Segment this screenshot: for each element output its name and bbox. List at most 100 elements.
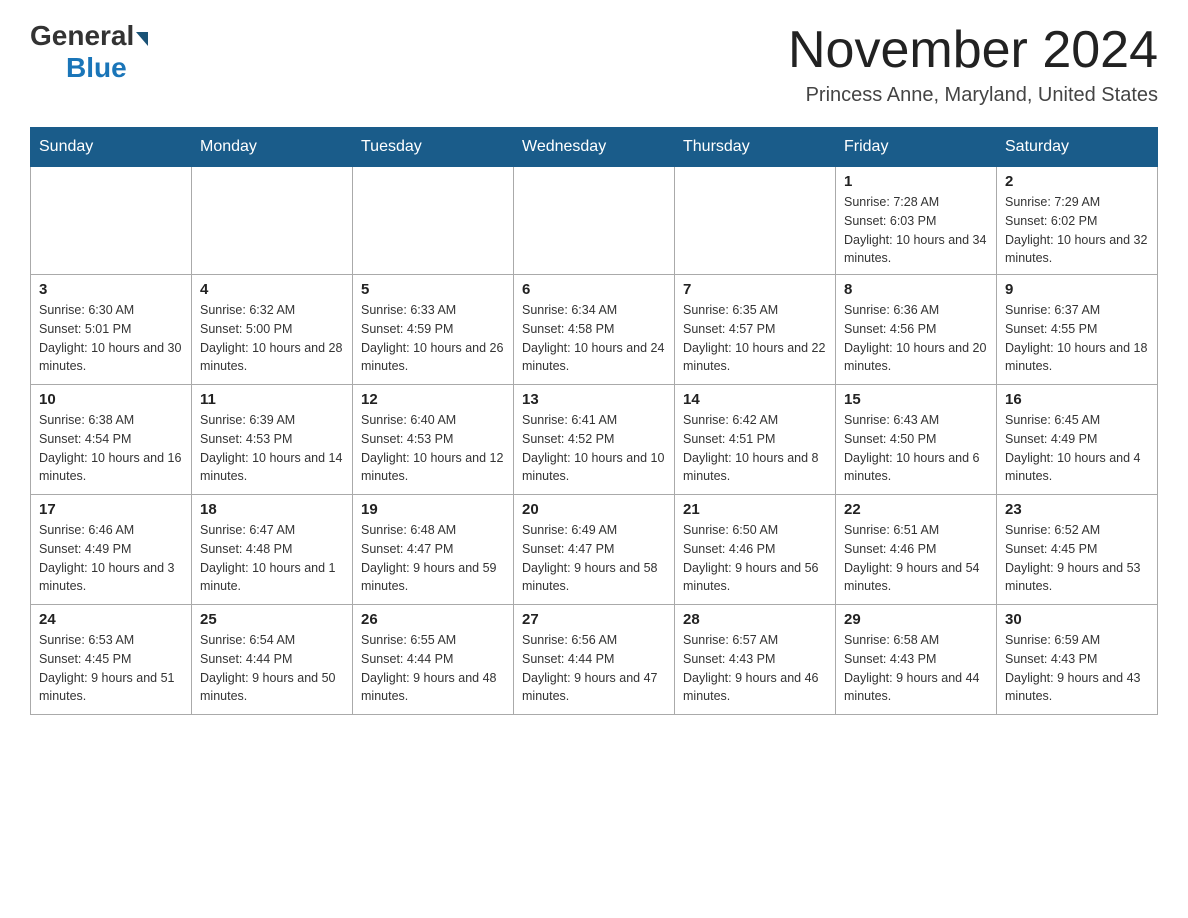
calendar-day-header: Saturday — [997, 128, 1158, 167]
calendar-cell: 17 Sunrise: 6:46 AMSunset: 4:49 PMDayligh… — [31, 495, 192, 605]
day-number: 12 — [361, 391, 505, 408]
day-info: Sunrise: 6:32 AMSunset: 5:00 PMDaylight:… — [200, 301, 344, 376]
day-info: Sunrise: 6:37 AMSunset: 4:55 PMDaylight:… — [1005, 301, 1149, 376]
day-number: 17 — [39, 501, 183, 518]
calendar-cell: 21 Sunrise: 6:50 AMSunset: 4:46 PMDayligh… — [675, 495, 836, 605]
day-number: 8 — [844, 281, 988, 298]
calendar-cell — [514, 167, 675, 275]
calendar-table: SundayMondayTuesdayWednesdayThursdayFrid… — [30, 127, 1158, 715]
calendar-cell: 30Sunrise: 6:59 AMSunset: 4:43 PMDayligh… — [997, 605, 1158, 715]
day-info: Sunrise: 6:58 AMSunset: 4:43 PMDaylight:… — [844, 631, 988, 706]
day-info: Sunrise: 6:43 AMSunset: 4:50 PMDaylight:… — [844, 411, 988, 486]
day-info: Sunrise: 7:29 AMSunset: 6:02 PMDaylight:… — [1005, 193, 1149, 268]
calendar-cell: 29 Sunrise: 6:58 AMSunset: 4:43 PMDayligh… — [836, 605, 997, 715]
day-info: Sunrise: 6:39 AMSunset: 4:53 PMDaylight:… — [200, 411, 344, 486]
day-info: Sunrise: 6:49 AMSunset: 4:47 PMDaylight:… — [522, 521, 666, 596]
calendar-cell — [675, 167, 836, 275]
calendar-cell: 16 Sunrise: 6:45 AMSunset: 4:49 PMDayligh… — [997, 385, 1158, 495]
day-number: 22 — [844, 501, 988, 518]
day-info: Sunrise: 6:45 AMSunset: 4:49 PMDaylight:… — [1005, 411, 1149, 486]
day-number: 27 — [522, 611, 666, 628]
calendar-cell: 5 Sunrise: 6:33 AMSunset: 4:59 PMDaylight… — [353, 275, 514, 385]
day-info: Sunrise: 6:38 AMSunset: 4:54 PMDaylight:… — [39, 411, 183, 486]
calendar-week-row: 1 Sunrise: 7:28 AMSunset: 6:03 PMDaylight… — [31, 167, 1158, 275]
day-number: 21 — [683, 501, 827, 518]
calendar-week-row: 3 Sunrise: 6:30 AMSunset: 5:01 PMDaylight… — [31, 275, 1158, 385]
logo-blue-label: Blue — [66, 52, 127, 84]
calendar-cell: 26 Sunrise: 6:55 AMSunset: 4:44 PMDayligh… — [353, 605, 514, 715]
day-info: Sunrise: 6:35 AMSunset: 4:57 PMDaylight:… — [683, 301, 827, 376]
day-info: Sunrise: 6:55 AMSunset: 4:44 PMDaylight:… — [361, 631, 505, 706]
day-number: 19 — [361, 501, 505, 518]
calendar-cell: 19 Sunrise: 6:48 AMSunset: 4:47 PMDayligh… — [353, 495, 514, 605]
calendar-cell: 10 Sunrise: 6:38 AMSunset: 4:54 PMDayligh… — [31, 385, 192, 495]
day-number: 28 — [683, 611, 827, 628]
day-info: Sunrise: 6:56 AMSunset: 4:44 PMDaylight:… — [522, 631, 666, 706]
calendar-cell: 14Sunrise: 6:42 AMSunset: 4:51 PMDayligh… — [675, 385, 836, 495]
calendar-cell: 15 Sunrise: 6:43 AMSunset: 4:50 PMDayligh… — [836, 385, 997, 495]
day-info: Sunrise: 6:41 AMSunset: 4:52 PMDaylight:… — [522, 411, 666, 486]
day-number: 15 — [844, 391, 988, 408]
day-number: 16 — [1005, 391, 1149, 408]
calendar-day-header: Monday — [192, 128, 353, 167]
calendar-cell: 18Sunrise: 6:47 AMSunset: 4:48 PMDayligh… — [192, 495, 353, 605]
calendar-cell: 7Sunrise: 6:35 AMSunset: 4:57 PMDaylight… — [675, 275, 836, 385]
calendar-cell: 24Sunrise: 6:53 AMSunset: 4:45 PMDayligh… — [31, 605, 192, 715]
day-number: 2 — [1005, 173, 1149, 190]
calendar-cell: 22Sunrise: 6:51 AMSunset: 4:46 PMDayligh… — [836, 495, 997, 605]
day-number: 9 — [1005, 281, 1149, 298]
calendar-cell: 13 Sunrise: 6:41 AMSunset: 4:52 PMDayligh… — [514, 385, 675, 495]
calendar-cell — [353, 167, 514, 275]
day-number: 5 — [361, 281, 505, 298]
day-info: Sunrise: 6:54 AMSunset: 4:44 PMDaylight:… — [200, 631, 344, 706]
day-number: 13 — [522, 391, 666, 408]
logo-general-text: General — [30, 20, 148, 52]
day-info: Sunrise: 6:48 AMSunset: 4:47 PMDaylight:… — [361, 521, 505, 596]
day-info: Sunrise: 7:28 AMSunset: 6:03 PMDaylight:… — [844, 193, 988, 268]
day-number: 11 — [200, 391, 344, 408]
day-number: 6 — [522, 281, 666, 298]
calendar-day-header: Wednesday — [514, 128, 675, 167]
day-info: Sunrise: 6:30 AMSunset: 5:01 PMDaylight:… — [39, 301, 183, 376]
page-header: General Blue November 2024 Princess Anne… — [30, 20, 1158, 107]
calendar-day-header: Friday — [836, 128, 997, 167]
day-info: Sunrise: 6:40 AMSunset: 4:53 PMDaylight:… — [361, 411, 505, 486]
calendar-cell: 3 Sunrise: 6:30 AMSunset: 5:01 PMDaylight… — [31, 275, 192, 385]
calendar-day-header: Tuesday — [353, 128, 514, 167]
calendar-week-row: 24Sunrise: 6:53 AMSunset: 4:45 PMDayligh… — [31, 605, 1158, 715]
logo-arrow-icon — [136, 32, 148, 46]
day-number: 26 — [361, 611, 505, 628]
day-number: 18 — [200, 501, 344, 518]
day-info: Sunrise: 6:57 AMSunset: 4:43 PMDaylight:… — [683, 631, 827, 706]
calendar-cell: 25 Sunrise: 6:54 AMSunset: 4:44 PMDayligh… — [192, 605, 353, 715]
calendar-header-row: SundayMondayTuesdayWednesdayThursdayFrid… — [31, 128, 1158, 167]
day-number: 25 — [200, 611, 344, 628]
day-info: Sunrise: 6:59 AMSunset: 4:43 PMDaylight:… — [1005, 631, 1149, 706]
day-info: Sunrise: 6:52 AMSunset: 4:45 PMDaylight:… — [1005, 521, 1149, 596]
calendar-cell — [192, 167, 353, 275]
location-label: Princess Anne, Maryland, United States — [788, 84, 1158, 107]
day-number: 4 — [200, 281, 344, 298]
day-info: Sunrise: 6:50 AMSunset: 4:46 PMDaylight:… — [683, 521, 827, 596]
calendar-cell: 6 Sunrise: 6:34 AMSunset: 4:58 PMDaylight… — [514, 275, 675, 385]
day-info: Sunrise: 6:46 AMSunset: 4:49 PMDaylight:… — [39, 521, 183, 596]
title-section: November 2024 Princess Anne, Maryland, U… — [788, 20, 1158, 107]
calendar-cell: 27 Sunrise: 6:56 AMSunset: 4:44 PMDayligh… — [514, 605, 675, 715]
calendar-cell: 20 Sunrise: 6:49 AMSunset: 4:47 PMDayligh… — [514, 495, 675, 605]
calendar-cell: 28 Sunrise: 6:57 AMSunset: 4:43 PMDayligh… — [675, 605, 836, 715]
day-info: Sunrise: 6:34 AMSunset: 4:58 PMDaylight:… — [522, 301, 666, 376]
day-number: 20 — [522, 501, 666, 518]
calendar-cell: 11 Sunrise: 6:39 AMSunset: 4:53 PMDayligh… — [192, 385, 353, 495]
day-number: 29 — [844, 611, 988, 628]
day-number: 14 — [683, 391, 827, 408]
calendar-cell: 1 Sunrise: 7:28 AMSunset: 6:03 PMDaylight… — [836, 167, 997, 275]
calendar-cell: 2 Sunrise: 7:29 AMSunset: 6:02 PMDaylight… — [997, 167, 1158, 275]
calendar-week-row: 17 Sunrise: 6:46 AMSunset: 4:49 PMDayligh… — [31, 495, 1158, 605]
day-info: Sunrise: 6:36 AMSunset: 4:56 PMDaylight:… — [844, 301, 988, 376]
day-number: 1 — [844, 173, 988, 190]
month-title: November 2024 — [788, 20, 1158, 80]
logo: General Blue — [30, 20, 148, 84]
day-info: Sunrise: 6:33 AMSunset: 4:59 PMDaylight:… — [361, 301, 505, 376]
day-number: 3 — [39, 281, 183, 298]
day-number: 10 — [39, 391, 183, 408]
